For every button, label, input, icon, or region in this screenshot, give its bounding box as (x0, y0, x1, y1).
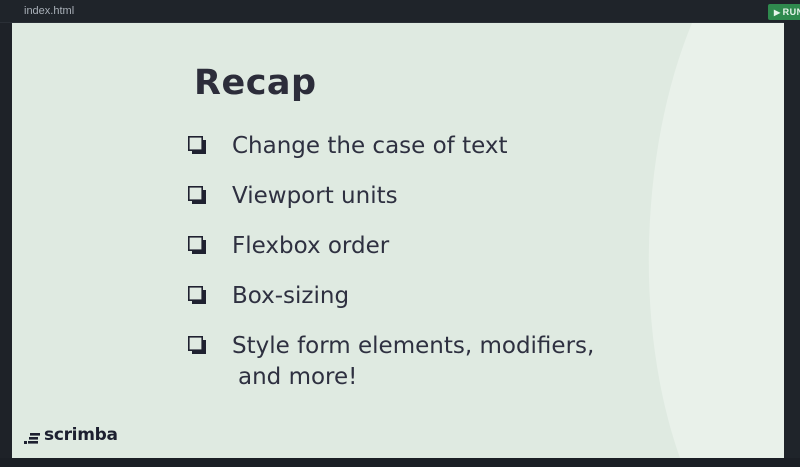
checkbox-icon (188, 186, 206, 204)
bottom-strip (0, 458, 800, 467)
list-item-text: Viewport units (232, 183, 398, 209)
editor-tab-bar: index.html ▶RUN (0, 0, 800, 23)
file-tab[interactable]: index.html (24, 5, 74, 17)
slide-title: Recap (194, 63, 317, 103)
checkbox-icon (188, 336, 206, 354)
checkbox-icon (188, 136, 206, 154)
right-gutter (784, 22, 800, 458)
checkbox-icon (188, 286, 206, 304)
slide: Recap Change the case of text Viewport u… (12, 23, 784, 458)
run-label: RUN (782, 7, 800, 17)
brand-name: scrimba (44, 425, 118, 445)
play-icon: ▶ (774, 8, 781, 17)
list-item-text: Change the case of text (232, 133, 508, 159)
run-button[interactable]: ▶RUN (768, 4, 800, 20)
list-item-text: Flexbox order (232, 233, 390, 259)
list-item-text: Box-sizing (232, 283, 350, 309)
scrimba-player: index.html ▶RUN Recap Change the case of… (0, 0, 800, 467)
checkbox-icon (188, 236, 206, 254)
scrimba-logo-icon (24, 433, 40, 444)
list-item-text: Style form elements, modifiers, and more! (232, 333, 595, 390)
